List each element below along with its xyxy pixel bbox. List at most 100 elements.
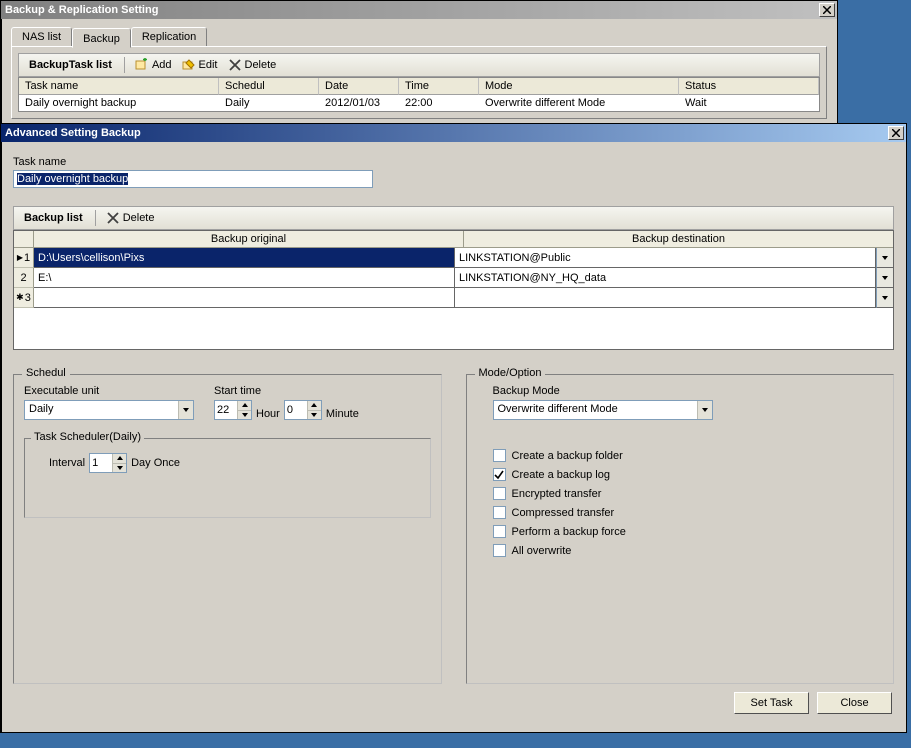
cell-time: 22:00 (399, 95, 479, 111)
separator (95, 210, 96, 226)
spin-up-icon[interactable] (113, 454, 126, 464)
hour-input[interactable] (215, 401, 237, 419)
destination-dropdown-icon[interactable] (876, 268, 893, 288)
spin-up-icon[interactable] (238, 401, 251, 411)
chevron-down-icon[interactable] (178, 401, 193, 419)
interval-input[interactable] (90, 454, 112, 472)
add-icon (135, 58, 149, 72)
row-number-header (14, 231, 34, 248)
col-time[interactable]: Time (399, 78, 479, 95)
close-icon[interactable] (888, 126, 904, 140)
row-marker: 2 (14, 268, 34, 288)
separator (124, 57, 125, 73)
edit-label: Edit (199, 59, 218, 71)
cell-destination[interactable] (455, 288, 876, 308)
spin-up-icon[interactable] (308, 401, 321, 411)
table-row[interactable]: ✱ 3 (14, 288, 893, 308)
check-label: Perform a backup force (512, 526, 626, 538)
table-row[interactable]: Daily overnight backup Daily 2012/01/03 … (19, 95, 819, 111)
create-backup-log-check[interactable]: Create a backup log (493, 468, 884, 481)
cell-task: Daily overnight backup (19, 95, 219, 111)
compressed-transfer-check[interactable]: Compressed transfer (493, 506, 884, 519)
backup-panel: BackupTask list Add Edit (11, 46, 827, 119)
schedul-legend: Schedul (22, 367, 70, 379)
destination-dropdown-icon[interactable] (876, 248, 893, 268)
current-row-icon: ▶ (17, 253, 23, 262)
checkbox-icon (493, 506, 506, 519)
col-backup-original[interactable]: Backup original (34, 231, 464, 248)
schedul-group: Schedul Executable unit Daily Start time (13, 374, 442, 684)
cell-date: 2012/01/03 (319, 95, 399, 111)
perform-backup-force-check[interactable]: Perform a backup force (493, 525, 884, 538)
cell-destination[interactable]: LINKSTATION@NY_HQ_data (455, 268, 876, 288)
checkbox-icon (493, 525, 506, 538)
cell-original[interactable]: E:\ (34, 268, 455, 288)
encrypted-transfer-check[interactable]: Encrypted transfer (493, 487, 884, 500)
delete-button[interactable]: Delete (224, 57, 281, 73)
interval-stepper[interactable] (89, 453, 127, 473)
table-row[interactable]: 2 E:\ LINKSTATION@NY_HQ_data (14, 268, 893, 288)
backup-mode-value: Overwrite different Mode (494, 401, 697, 419)
check-label: All overwrite (512, 545, 572, 557)
tab-strip: NAS list Backup Replication (11, 27, 837, 46)
edit-button[interactable]: Edit (178, 57, 222, 73)
backup-mode-combo[interactable]: Overwrite different Mode (493, 400, 713, 420)
tab-backup[interactable]: Backup (72, 28, 131, 48)
task-name-label: Task name (13, 156, 894, 168)
backup-task-toolbar: BackupTask list Add Edit (18, 53, 820, 77)
col-task[interactable]: Task name (19, 78, 219, 95)
spin-down-icon[interactable] (308, 411, 321, 420)
tab-replication[interactable]: Replication (131, 27, 207, 46)
spin-down-icon[interactable] (113, 464, 126, 473)
cell-original[interactable] (34, 288, 455, 308)
start-time-label: Start time (214, 385, 359, 397)
tab-nas-list[interactable]: NAS list (11, 27, 72, 46)
cell-original[interactable]: D:\Users\cellison\Pixs (34, 248, 455, 268)
executable-unit-combo[interactable]: Daily (24, 400, 194, 420)
minute-input[interactable] (285, 401, 307, 419)
col-backup-destination[interactable]: Backup destination (464, 231, 893, 248)
window-title: Advanced Setting Backup (5, 127, 141, 139)
minute-label: Minute (326, 408, 359, 420)
delete-icon (106, 211, 120, 225)
col-sched[interactable]: Schedul (219, 78, 319, 95)
delete-button[interactable]: Delete (102, 210, 159, 226)
titlebar: Backup & Replication Setting (1, 1, 837, 19)
set-task-button[interactable]: Set Task (734, 692, 809, 714)
cell-destination[interactable]: LINKSTATION@Public (455, 248, 876, 268)
col-mode[interactable]: Mode (479, 78, 679, 95)
hour-stepper[interactable] (214, 400, 252, 420)
grid-header: Backup original Backup destination (14, 231, 893, 248)
create-backup-folder-check[interactable]: Create a backup folder (493, 449, 884, 462)
backup-task-grid[interactable]: Task name Schedul Date Time Mode Status … (18, 77, 820, 112)
task-name-field[interactable]: Daily overnight backup (13, 170, 373, 188)
toolbar-title: BackupTask list (23, 59, 118, 71)
table-row[interactable]: ▶ 1 D:\Users\cellison\Pixs LINKSTATION@P… (14, 248, 893, 268)
col-date[interactable]: Date (319, 78, 399, 95)
cell-mode: Overwrite different Mode (479, 95, 679, 111)
destination-dropdown-icon[interactable] (876, 288, 893, 308)
backup-list-toolbar: Backup list Delete (13, 206, 894, 230)
grid-header: Task name Schedul Date Time Mode Status (19, 78, 819, 95)
close-button[interactable]: Close (817, 692, 892, 714)
delete-icon (228, 58, 242, 72)
executable-unit-label: Executable unit (24, 385, 194, 397)
minute-stepper[interactable] (284, 400, 322, 420)
backup-list-grid[interactable]: Backup original Backup destination ▶ 1 D… (13, 230, 894, 350)
spin-down-icon[interactable] (238, 411, 251, 420)
delete-label: Delete (123, 212, 155, 224)
backup-mode-label: Backup Mode (493, 385, 884, 397)
add-label: Add (152, 59, 172, 71)
check-label: Compressed transfer (512, 507, 615, 519)
chevron-down-icon[interactable] (697, 401, 712, 419)
mode-option-group: Mode/Option Backup Mode Overwrite differ… (466, 374, 895, 684)
col-status[interactable]: Status (679, 78, 819, 95)
all-overwrite-check[interactable]: All overwrite (493, 544, 884, 557)
delete-label: Delete (245, 59, 277, 71)
check-label: Create a backup folder (512, 450, 623, 462)
day-once-label: Day Once (131, 457, 180, 469)
checkbox-icon (493, 449, 506, 462)
add-button[interactable]: Add (131, 57, 176, 73)
close-icon[interactable] (819, 3, 835, 17)
task-name-value: Daily overnight backup (17, 173, 128, 185)
